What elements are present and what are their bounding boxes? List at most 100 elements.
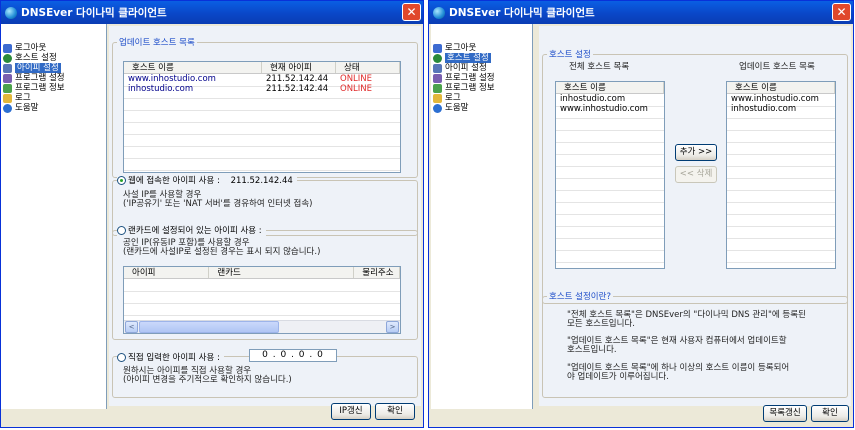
host-entry: inhostudio.com — [731, 104, 797, 114]
nav-item-log[interactable]: 로그 — [431, 93, 532, 103]
nav-item-ip-settings[interactable]: 아이피 설정 — [431, 63, 532, 73]
horizontal-scrollbar[interactable]: < > — [124, 320, 400, 333]
folder-icon — [3, 93, 12, 103]
monitor-icon — [433, 63, 442, 73]
globe-icon — [3, 53, 12, 63]
nav-item-help[interactable]: 도움말 — [1, 103, 106, 113]
ip-settings-window: DNSEver 다이나믹 클라이언트 ✕ 로그아웃 호스트 설정 아이피 설정 … — [0, 0, 424, 428]
nav-item-program-info[interactable]: 프로그램 정보 — [431, 83, 532, 93]
nav-item-help[interactable]: 도움말 — [431, 103, 532, 113]
list-item[interactable]: inhostudio.com — [727, 104, 835, 114]
ip-refresh-button[interactable]: IP갱신 — [331, 403, 371, 420]
host-entry: www.inhostudio.com — [560, 104, 648, 114]
web-ip-label: 웹에 접속한 아이피 사용 : — [128, 176, 220, 186]
col-host-name[interactable]: 호스트 이름 — [556, 82, 664, 93]
title-bar[interactable]: DNSEver 다이나믹 클라이언트 ✕ — [1, 1, 423, 24]
update-hosts-list[interactable]: 호스트 이름 www.inhostudio.com inhostudio.com — [726, 81, 836, 269]
close-button[interactable]: ✕ — [402, 3, 421, 21]
manual-ip-option[interactable]: 직접 입력한 아이피 사용 : — [117, 351, 224, 363]
folder-icon — [433, 93, 442, 103]
nav-item-log[interactable]: 로그 — [1, 93, 106, 103]
col-mac-address[interactable]: 물리주소 — [354, 267, 400, 278]
delete-host-button[interactable]: << 삭제 — [675, 166, 717, 183]
nav-item-host-settings[interactable]: 호스트 설정 — [431, 53, 532, 63]
nav-item-program-settings[interactable]: 프로그램 설정 — [431, 73, 532, 83]
lan-card-list[interactable]: 아이피 랜카드 물리주소 < > — [123, 266, 401, 334]
window-title: DNSEver 다이나믹 클라이언트 — [449, 7, 595, 19]
app-globe-icon — [433, 6, 445, 19]
col-ip[interactable]: 아이피 — [124, 267, 210, 278]
web-ip-option[interactable]: 웹에 접속한 아이피 사용 : 211.52.142.44 — [117, 174, 297, 186]
col-host-name[interactable]: 호스트 이름 — [124, 62, 262, 73]
list-item[interactable]: www.inhostudio.com — [727, 94, 835, 104]
nav-item-logout[interactable]: 로그아웃 — [431, 43, 532, 53]
update-hosts-title: 업데이트 호스트 목록 — [739, 62, 815, 72]
web-ip-desc-2: ('IP공유기' 또는 'NAT 서버'를 경유하여 인터넷 접속) — [123, 199, 313, 209]
host-entry: www.inhostudio.com — [731, 94, 819, 104]
list-item[interactable]: inhostudio.com — [556, 94, 664, 104]
nav-item-program-settings[interactable]: 프로그램 설정 — [1, 73, 106, 83]
update-hosts-list[interactable]: 호스트 이름 현재 아이피 상태 www.inhostudio.com 211.… — [123, 61, 401, 173]
nav-tree: 로그아웃 호스트 설정 아이피 설정 프로그램 설정 프로그램 정보 로그 도움… — [431, 24, 533, 409]
window-title: DNSEver 다이나믹 클라이언트 — [21, 7, 167, 19]
host-settings-window: DNSEver 다이나믹 클라이언트 ✕ 로그아웃 호스트 설정 아이피 설정 … — [428, 0, 854, 428]
ok-button[interactable]: 확인 — [811, 405, 849, 422]
manual-ip-radio[interactable] — [117, 353, 126, 362]
users-icon — [3, 43, 12, 53]
lan-ip-option[interactable]: 랜카드에 설정되어 있는 아이피 사용 : — [117, 224, 266, 236]
lan-ip-desc-2: (랜카드에 사설IP로 설정된 경우는 표시 되지 않습니다.) — [123, 247, 321, 257]
globe-icon — [433, 53, 442, 63]
close-button[interactable]: ✕ — [832, 3, 851, 21]
table-row[interactable]: www.inhostudio.com 211.52.142.44 ONLINE — [124, 74, 400, 84]
nav-item-host-settings[interactable]: 호스트 설정 — [1, 53, 106, 63]
content-panel: 업데이트 호스트 목록 호스트 이름 현재 아이피 상태 www.inhostu… — [109, 26, 421, 406]
cell-ip: 211.52.142.44 — [266, 74, 329, 84]
help-icon — [433, 103, 442, 113]
ok-button[interactable]: 확인 — [375, 403, 415, 420]
update-hosts-legend: 업데이트 호스트 목록 — [119, 38, 195, 48]
list-header: 호스트 이름 — [727, 82, 835, 94]
program-info-icon — [3, 83, 12, 93]
scroll-right-button[interactable]: > — [386, 321, 399, 333]
manual-ip-label: 직접 입력한 아이피 사용 : — [128, 353, 220, 363]
lan-ip-label: 랜카드에 설정되어 있는 아이피 사용 : — [128, 226, 262, 236]
col-current-ip[interactable]: 현재 아이피 — [262, 62, 336, 73]
host-entry: inhostudio.com — [560, 94, 626, 104]
title-bar[interactable]: DNSEver 다이나믹 클라이언트 ✕ — [429, 1, 853, 24]
cell-host: www.inhostudio.com — [128, 74, 216, 84]
cell-ip: 211.52.142.44 — [266, 84, 329, 94]
scroll-left-button[interactable]: < — [125, 321, 138, 333]
help-icon — [3, 103, 12, 113]
users-icon — [433, 43, 442, 53]
col-host-name[interactable]: 호스트 이름 — [727, 82, 835, 93]
about-p2-line2: 호스트입니다. — [567, 345, 617, 355]
list-header: 아이피 랜카드 물리주소 — [124, 267, 400, 279]
list-header: 호스트 이름 현재 아이피 상태 — [124, 62, 400, 74]
list-refresh-button[interactable]: 목록갱신 — [763, 405, 807, 422]
about-p1-line2: 모든 호스트입니다. — [567, 319, 635, 329]
nav-item-ip-settings[interactable]: 아이피 설정 — [1, 63, 106, 73]
list-item[interactable]: www.inhostudio.com — [556, 104, 664, 114]
web-ip-radio[interactable] — [117, 176, 126, 185]
about-legend: 호스트 설정이란? — [549, 292, 611, 302]
monitor-icon — [3, 63, 12, 73]
all-hosts-list[interactable]: 호스트 이름 inhostudio.com www.inhostudio.com — [555, 81, 665, 269]
program-info-icon — [433, 83, 442, 93]
program-settings-icon — [3, 73, 12, 83]
add-host-button[interactable]: 추가 >> — [675, 144, 717, 161]
lan-ip-radio[interactable] — [117, 226, 126, 235]
cell-status: ONLINE — [340, 84, 373, 94]
manual-ip-desc-2: (아이피 변경을 주기적으로 확인하지 않습니다.) — [123, 375, 292, 385]
table-row[interactable]: inhostudio.com 211.52.142.44 ONLINE — [124, 84, 400, 94]
app-globe-icon — [5, 6, 17, 19]
list-gridlines — [727, 95, 835, 268]
col-lan-card[interactable]: 랜카드 — [209, 267, 355, 278]
program-settings-icon — [433, 73, 442, 83]
cell-host: inhostudio.com — [128, 84, 194, 94]
content-panel: 호스트 설정 전체 호스트 목록 업데이트 호스트 목록 호스트 이름 inho… — [539, 26, 851, 406]
nav-item-program-info[interactable]: 프로그램 정보 — [1, 83, 106, 93]
scroll-thumb[interactable] — [139, 321, 279, 333]
manual-ip-input[interactable]: 0 . 0 . 0 . 0 — [249, 349, 337, 362]
nav-item-logout[interactable]: 로그아웃 — [1, 43, 106, 53]
col-status[interactable]: 상태 — [336, 62, 400, 73]
